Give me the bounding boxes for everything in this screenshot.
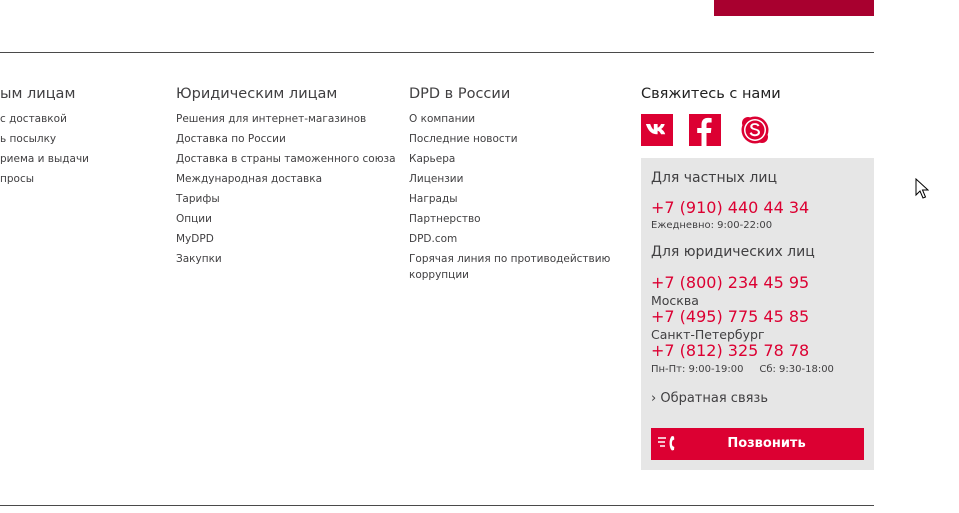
- column-title: ым лицам: [0, 86, 76, 102]
- call-button[interactable]: Позвонить: [651, 428, 864, 460]
- call-button-label: Позвонить: [727, 436, 806, 451]
- footer-link[interactable]: Доставка по России: [176, 129, 401, 149]
- link-list: Решения для интернет-магазинов Доставка …: [176, 109, 401, 269]
- skype-icon[interactable]: [739, 114, 771, 146]
- link-list: О компании Последние новости Карьера Лиц…: [409, 109, 624, 283]
- footer-bottom-divider: [0, 505, 874, 506]
- feedback-link[interactable]: › Обратная связь: [651, 391, 768, 406]
- footer-link[interactable]: Опции: [176, 209, 401, 229]
- footer-link[interactable]: MyDPD: [176, 229, 401, 249]
- spb-phone-link[interactable]: +7 (812) 325 78 78: [651, 341, 809, 360]
- footer-link[interactable]: Лицензии: [409, 169, 624, 189]
- footer-link[interactable]: риема и выдачи: [0, 149, 94, 169]
- private-phone-link[interactable]: +7 (910) 440 44 34: [651, 198, 809, 217]
- mouse-cursor-icon: [915, 178, 929, 199]
- business-hours: Пн-Пт: 9:00-19:00 Сб: 9:30-18:00: [651, 364, 834, 375]
- spb-label: Санкт-Петербург: [651, 327, 765, 342]
- column-title: Юридическим лицам: [176, 86, 338, 102]
- business-label: Для юридических лиц: [651, 244, 815, 260]
- footer-link[interactable]: Горячая линия по противодействию коррупц…: [409, 249, 621, 283]
- moscow-label: Москва: [651, 293, 699, 308]
- link-list: с доставкой ь посылку риема и выдачи про…: [0, 109, 94, 189]
- footer-link[interactable]: Закупки: [176, 249, 401, 269]
- vk-icon[interactable]: [641, 114, 673, 146]
- private-label: Для частных лиц: [651, 170, 777, 186]
- contact-section: Свяжитесь с нами Для частных лиц +7 (910…: [641, 84, 874, 470]
- footer-column-dpd-russia: DPD в России О компании Последние новост…: [409, 84, 624, 283]
- footer-link[interactable]: Награды: [409, 189, 624, 209]
- footer-link[interactable]: Последние новости: [409, 129, 624, 149]
- contact-title: Свяжитесь с нами: [641, 86, 781, 102]
- footer-column-individuals: ым лицам с доставкой ь посылку риема и в…: [0, 84, 94, 189]
- header-accent-bar: [714, 0, 874, 16]
- footer-link[interactable]: просы: [0, 169, 94, 189]
- moscow-phone-link[interactable]: +7 (495) 775 45 85: [651, 307, 809, 326]
- footer-link[interactable]: Партнерство: [409, 209, 624, 229]
- footer-link[interactable]: с доставкой: [0, 109, 94, 129]
- footer-top-divider: [0, 52, 874, 53]
- footer-link[interactable]: DPD.com: [409, 229, 624, 249]
- footer-link[interactable]: ь посылку: [0, 129, 94, 149]
- footer-link[interactable]: Решения для интернет-магазинов: [176, 109, 401, 129]
- facebook-icon[interactable]: [689, 114, 721, 146]
- footer-column-legal-entities: Юридическим лицам Решения для интернет-м…: [176, 84, 401, 269]
- phone-card: Для частных лиц +7 (910) 440 44 34 Ежедн…: [641, 158, 874, 470]
- footer-link[interactable]: Карьера: [409, 149, 624, 169]
- footer-link[interactable]: О компании: [409, 109, 624, 129]
- private-hours: Ежедневно: 9:00-22:00: [651, 220, 773, 231]
- footer-link[interactable]: Тарифы: [176, 189, 401, 209]
- column-title: DPD в России: [409, 86, 511, 102]
- footer-link[interactable]: Международная доставка: [176, 169, 401, 189]
- business-phone-link[interactable]: +7 (800) 234 45 95: [651, 273, 809, 292]
- footer-link[interactable]: Доставка в страны таможенного союза: [176, 149, 401, 169]
